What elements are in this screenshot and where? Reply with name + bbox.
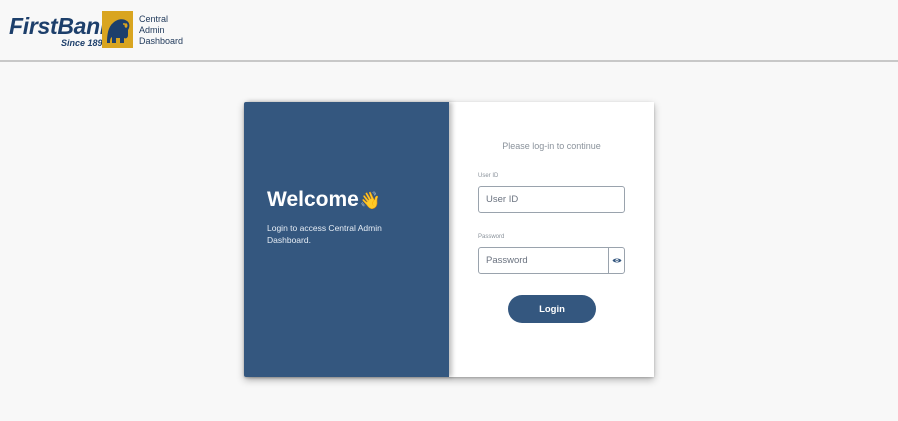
show-password-button[interactable] [608, 247, 625, 274]
header-bar: FirstBank Since 1894 Central Admin Dashb… [0, 0, 898, 62]
elephant-logo-icon [102, 11, 133, 48]
app-name-line-1: Central [139, 14, 169, 24]
login-button[interactable]: Login [508, 295, 596, 323]
welcome-title: Welcome👋 [267, 188, 381, 212]
welcome-panel: Welcome👋 Login to access Central Admin D… [244, 102, 449, 377]
welcome-subtitle: Login to access Central Admin Dashboard. [267, 223, 382, 245]
login-prompt: Please log-in to continue [502, 141, 601, 151]
welcome-title-text: Welcome [267, 188, 359, 211]
user-id-label: User ID [478, 173, 499, 179]
login-form: Please log-in to continue User ID Passwo… [449, 102, 654, 377]
user-id-input[interactable] [478, 186, 625, 213]
password-label: Password [478, 234, 505, 240]
logo-tagline: Since 1894 [61, 38, 108, 48]
app-name-line-2: Admin [139, 25, 165, 35]
app-name-line-3: Dashboard [139, 36, 184, 46]
waving-hand-icon: 👋 [359, 191, 381, 210]
logo-wordmark: FirstBank [9, 13, 113, 39]
eye-icon [612, 258, 621, 263]
password-input[interactable] [478, 247, 609, 274]
app-name: Central Admin Dashboard [139, 14, 199, 47]
login-card: Welcome👋 Login to access Central Admin D… [244, 102, 654, 377]
